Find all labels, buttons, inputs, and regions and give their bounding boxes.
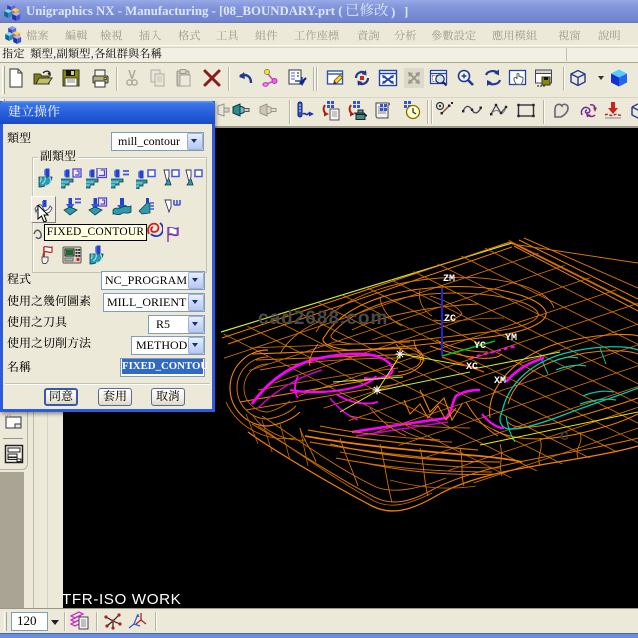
svg-text:YM: YM (505, 333, 517, 344)
svg-text:cad2688.com: cad2688.com (258, 308, 388, 329)
svg-text:YC: YC (474, 341, 486, 352)
svg-text:ZM: ZM (443, 274, 455, 285)
svg-text:c: c (560, 427, 569, 444)
svg-text:XC: XC (466, 362, 478, 373)
svg-text:ZC: ZC (444, 314, 456, 325)
svg-text:XM: XM (494, 376, 506, 387)
